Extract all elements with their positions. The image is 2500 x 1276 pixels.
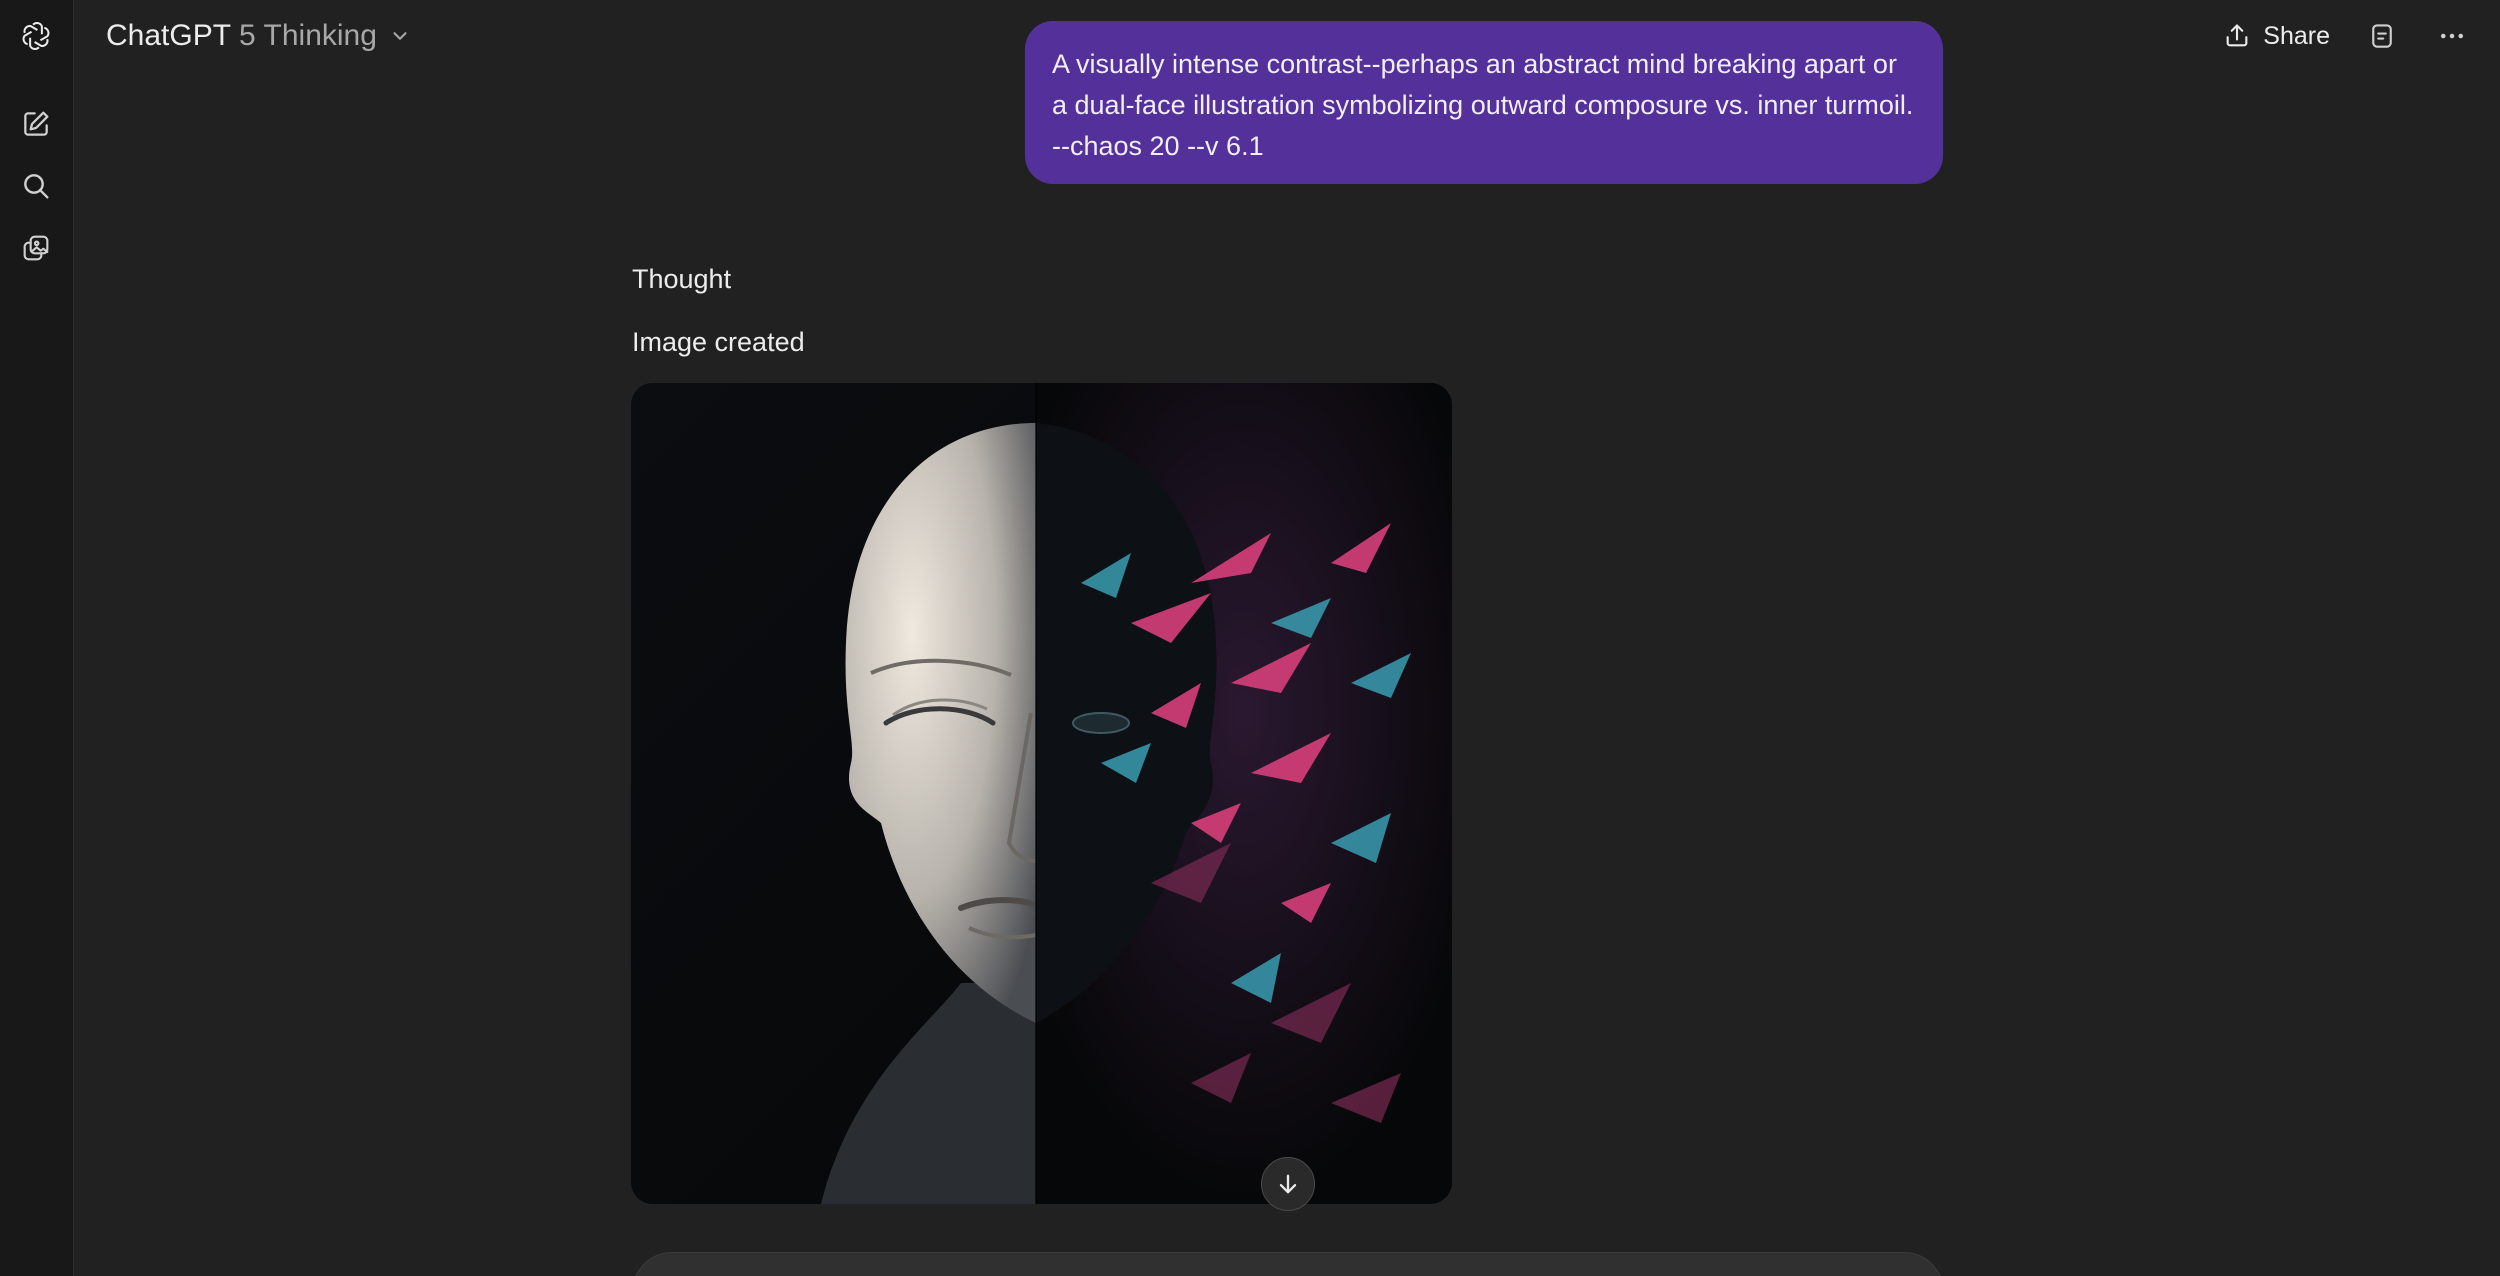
share-label: Share [2263,21,2330,50]
chat-app: ChatGPT 5 Thinking Share A visually inte… [0,0,2500,1276]
header-actions: Share [2223,14,2470,58]
new-chat-icon[interactable] [10,98,62,150]
composer-input[interactable] [632,1252,1944,1276]
chevron-down-icon [393,32,407,40]
model-variant-label: 5 Thinking [239,19,377,52]
generated-image[interactable] [631,383,1452,1204]
notes-icon[interactable] [2364,18,2400,54]
more-options-icon[interactable] [2434,18,2470,54]
image-library-icon[interactable] [10,222,62,274]
sidebar-rail [0,0,74,1276]
thought-toggle[interactable]: Thought [632,264,731,295]
brand-label: ChatGPT [106,19,232,52]
openai-logo-icon[interactable] [10,10,62,62]
scroll-down-button[interactable] [1261,1157,1315,1211]
model-switcher[interactable]: ChatGPT 5 Thinking [106,14,411,58]
user-message: A visually intense contrast--perhaps an … [1025,21,1943,184]
arrow-down-icon [1279,1174,1297,1194]
share-button[interactable]: Share [2223,22,2330,51]
share-icon [2226,24,2248,47]
image-created-label: Image created [632,327,805,357]
search-icon[interactable] [10,160,62,212]
